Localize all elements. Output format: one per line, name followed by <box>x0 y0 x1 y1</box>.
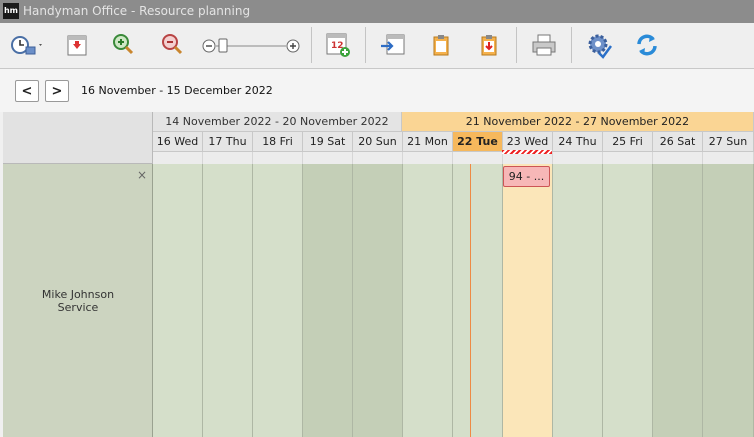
date-range-label: 16 November - 15 December 2022 <box>81 84 273 97</box>
all-day-cell[interactable] <box>153 152 203 164</box>
all-day-cell[interactable] <box>353 152 403 164</box>
view-mode-icon <box>11 36 42 55</box>
week-header-current: 21 November 2022 - 27 November 2022 <box>402 112 754 132</box>
new-appointment-button[interactable]: 12 <box>322 29 354 61</box>
busy-indicator <box>502 150 552 154</box>
clipboard-icon <box>433 35 449 56</box>
clipboard-button[interactable] <box>425 29 457 61</box>
refresh-icon <box>637 34 657 56</box>
day-header: 20 Sun <box>353 132 403 152</box>
day-column[interactable] <box>253 164 303 437</box>
zoom-out-icon <box>162 34 183 55</box>
chevron-right-icon: > <box>51 83 63 99</box>
scheduler-grid: 14 November 2022 - 20 November 2022 21 N… <box>3 112 754 437</box>
app-logo-icon: hm <box>3 3 19 19</box>
toolbar-separator <box>311 27 312 63</box>
day-column-today[interactable] <box>453 164 503 437</box>
title-bar: hm Handyman Office - Resource planning <box>0 0 754 23</box>
day-column[interactable] <box>153 164 203 437</box>
view-mode-button[interactable] <box>7 29 47 61</box>
date-navigation-bar: < > 16 November - 15 December 2022 <box>0 69 754 112</box>
toolbar: 12 <box>0 23 754 69</box>
close-icon[interactable]: × <box>137 168 147 182</box>
day-header: 25 Fri <box>603 132 653 152</box>
day-header: 18 Fri <box>253 132 303 152</box>
grid-corner <box>3 112 153 164</box>
toolbar-separator <box>365 27 366 63</box>
day-column-weekend[interactable] <box>703 164 754 437</box>
day-column[interactable] <box>553 164 603 437</box>
toolbar-separator <box>571 27 572 63</box>
settings-icon <box>588 34 613 59</box>
move-appointment-icon <box>381 34 405 55</box>
all-day-cell[interactable] <box>303 152 353 164</box>
day-column-selected[interactable] <box>503 164 553 437</box>
toolbar-separator <box>516 27 517 63</box>
day-column[interactable] <box>203 164 253 437</box>
resource-name: Mike Johnson <box>41 288 115 301</box>
appointment[interactable]: 94 - ... <box>503 166 550 187</box>
day-header-today: 22 Tue <box>453 132 503 152</box>
all-day-cell[interactable] <box>203 152 253 164</box>
chevron-left-icon: < <box>21 83 33 99</box>
all-day-cell[interactable] <box>603 152 653 164</box>
all-day-cell[interactable] <box>553 152 603 164</box>
week-header: 14 November 2022 - 20 November 2022 <box>153 112 402 132</box>
day-column-weekend[interactable] <box>303 164 353 437</box>
all-day-cell[interactable] <box>703 152 754 164</box>
next-period-button[interactable]: > <box>45 80 69 102</box>
day-header: 24 Thu <box>553 132 603 152</box>
day-column-weekend[interactable] <box>653 164 703 437</box>
zoom-slider[interactable] <box>201 37 301 55</box>
day-column[interactable] <box>603 164 653 437</box>
all-day-cell[interactable] <box>253 152 303 164</box>
day-column-weekend[interactable] <box>353 164 403 437</box>
go-to-date-icon <box>67 35 87 56</box>
day-header: 16 Wed <box>153 132 203 152</box>
zoom-out-button[interactable] <box>156 29 188 61</box>
settings-button[interactable] <box>583 29 615 61</box>
day-header: 26 Sat <box>653 132 703 152</box>
print-button[interactable] <box>528 29 560 61</box>
print-icon <box>532 34 556 56</box>
day-column[interactable] <box>403 164 453 437</box>
resource-header[interactable]: × Mike Johnson Service <box>3 164 153 437</box>
all-day-cell[interactable] <box>653 152 703 164</box>
day-header: 17 Thu <box>203 132 253 152</box>
day-header: 27 Sun <box>703 132 754 152</box>
go-to-date-button[interactable] <box>61 29 93 61</box>
zoom-in-button[interactable] <box>107 29 139 61</box>
clipboard-import-button[interactable] <box>473 29 505 61</box>
day-header: 19 Sat <box>303 132 353 152</box>
resource-department: Service <box>57 301 99 314</box>
day-header: 23 Wed <box>503 132 553 152</box>
zoom-in-icon <box>113 34 134 55</box>
window-title: Handyman Office - Resource planning <box>23 4 251 18</box>
move-appointment-button[interactable] <box>377 29 409 61</box>
all-day-cell[interactable] <box>453 152 503 164</box>
refresh-button[interactable] <box>631 29 663 61</box>
clipboard-import-icon <box>481 35 497 56</box>
day-header: 21 Mon <box>403 132 453 152</box>
all-day-cell[interactable] <box>403 152 453 164</box>
current-time-indicator <box>470 164 471 437</box>
new-appointment-icon: 12 <box>326 33 350 57</box>
previous-period-button[interactable]: < <box>15 80 39 102</box>
